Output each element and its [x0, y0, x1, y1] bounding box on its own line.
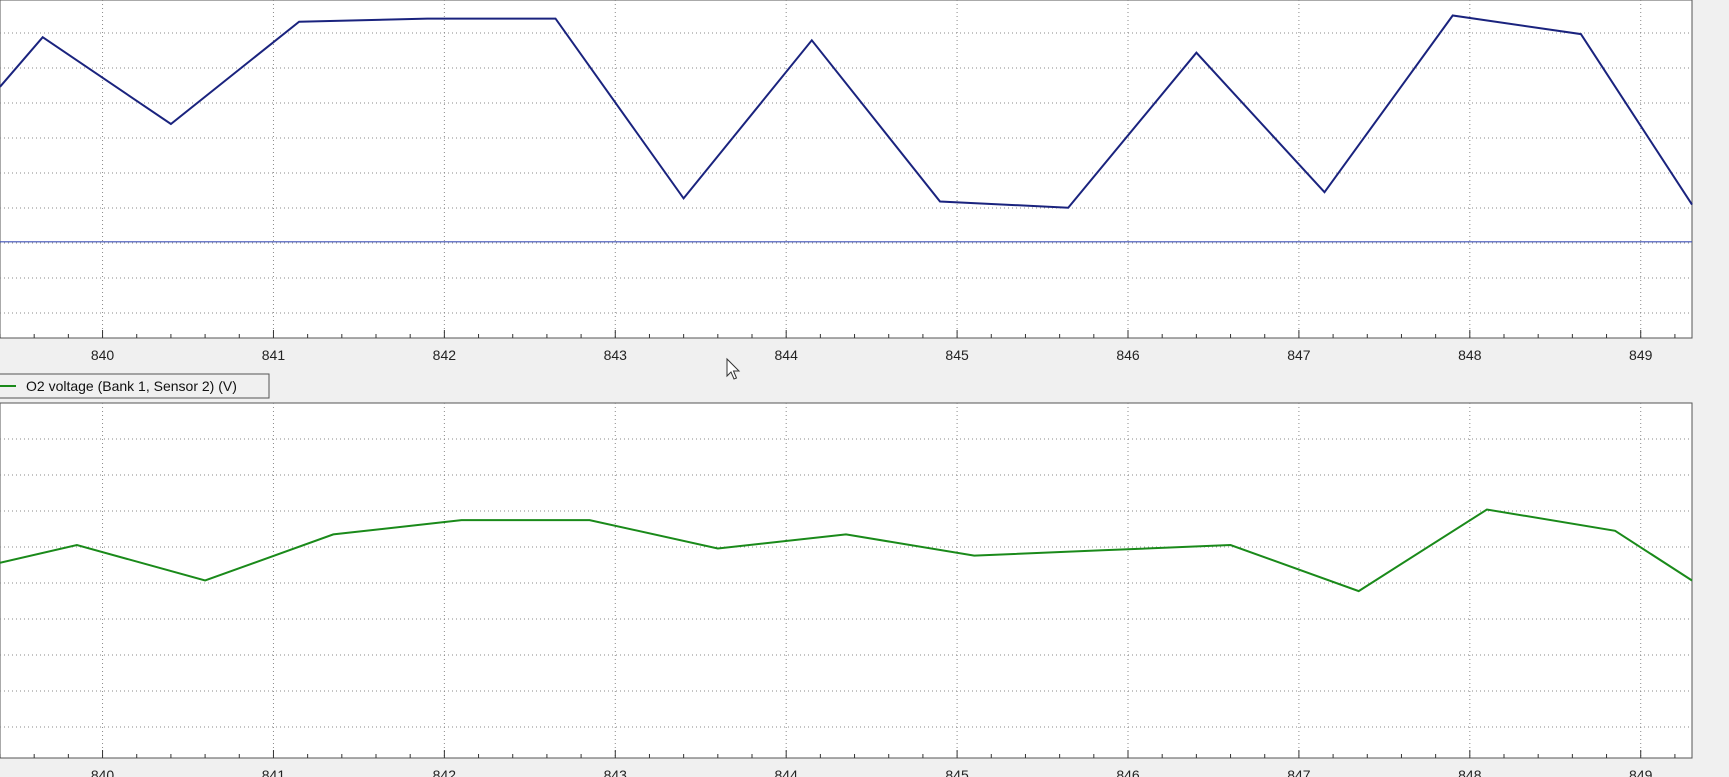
- chart-window: 840 841 842 843 844 845 846 847 848 849 O2 voltag…: [0, 0, 1729, 777]
- bottom-chart: 840 841 842 843 844 845 846 847 848 849: [0, 402, 1693, 777]
- x-tick-label: 841: [262, 767, 286, 777]
- legend: O2 voltage (Bank 1, Sensor 2) (V): [0, 373, 270, 399]
- x-tick-label: 849: [1629, 347, 1653, 363]
- x-tick-label: 845: [945, 347, 969, 363]
- x-tick-label: 842: [433, 767, 457, 777]
- x-tick-label: 843: [604, 767, 628, 777]
- x-tick-label: 845: [945, 767, 969, 777]
- x-tick-label: 844: [775, 347, 799, 363]
- legend-label: O2 voltage (Bank 1, Sensor 2) (V): [26, 378, 237, 394]
- top-plot-area: [0, 0, 1693, 339]
- x-tick-label: 847: [1287, 767, 1311, 777]
- mouse-cursor-icon: [726, 357, 741, 380]
- x-tick-label: 844: [775, 767, 799, 777]
- x-tick-label: 843: [604, 347, 628, 363]
- x-tick-label: 848: [1458, 347, 1482, 363]
- x-tick-label: 846: [1116, 767, 1140, 777]
- x-tick-label: 846: [1116, 347, 1140, 363]
- x-tick-label: 848: [1458, 767, 1482, 777]
- x-tick-label: 847: [1287, 347, 1311, 363]
- x-tick-label: 842: [433, 347, 457, 363]
- x-tick-label: 841: [262, 347, 286, 363]
- charts-svg: 840 841 842 843 844 845 846 847 848 849 O2 voltag…: [0, 0, 1693, 777]
- x-tick-label: 849: [1629, 767, 1653, 777]
- x-tick-label: 840: [91, 767, 115, 777]
- x-tick-label: 840: [91, 347, 115, 363]
- top-chart: 840 841 842 843 844 845 846 847 848 849: [0, 0, 1693, 363]
- bottom-plot-area: [0, 402, 1693, 759]
